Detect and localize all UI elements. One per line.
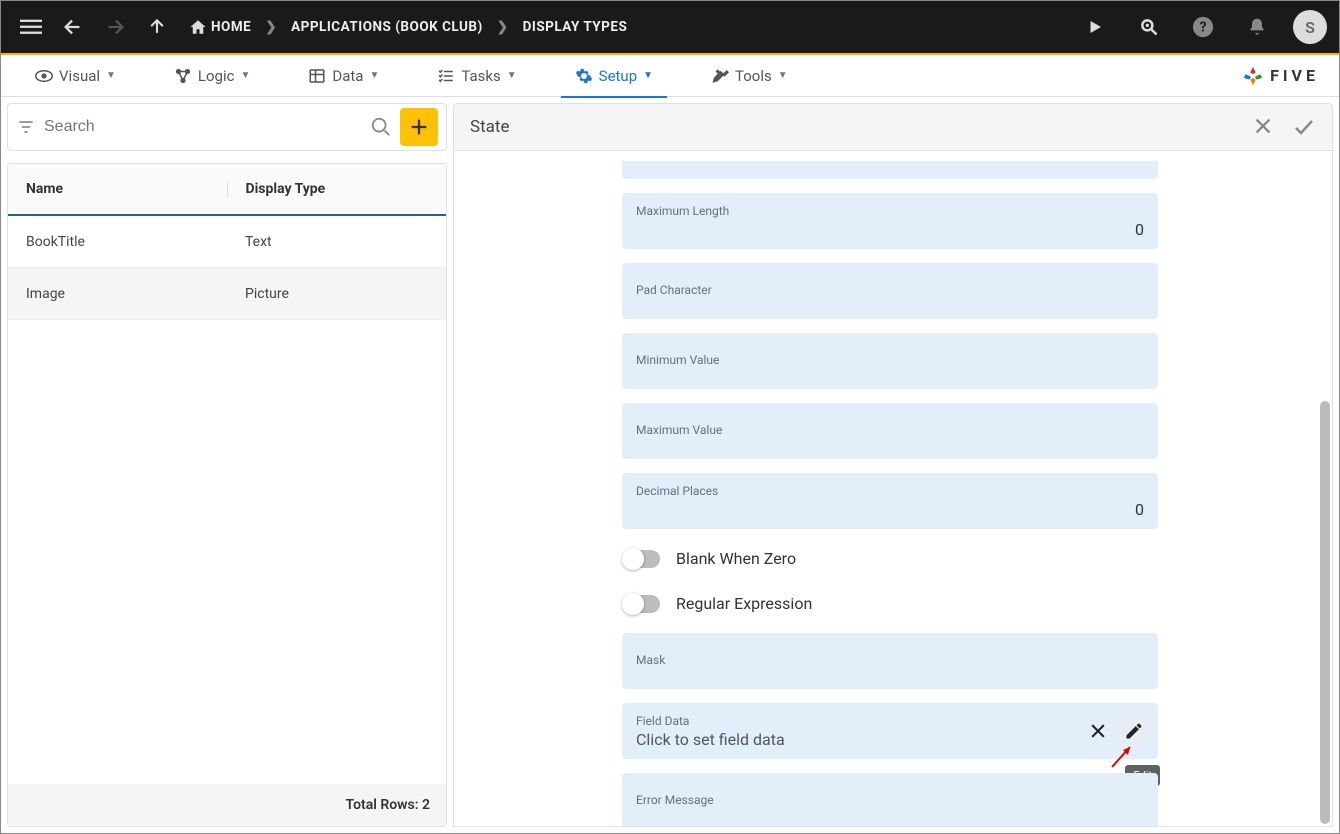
svg-text:?: ? [1200,20,1207,36]
toggle-blank-when-zero[interactable]: Blank When Zero [622,543,1158,574]
scrollbar[interactable] [1320,401,1330,824]
chevron-down-icon: ▼ [369,70,379,81]
nav-logic[interactable]: Logic▼ [160,55,264,97]
detail-header: State [453,103,1333,151]
table-footer: Total Rows: 2 [8,784,446,826]
field-field-data[interactable]: Field Data Click to set field data Edit [622,703,1158,759]
cell-display-type: Text [227,234,446,250]
column-name[interactable]: Name [8,181,228,197]
edit-field-data-icon[interactable] [1118,715,1150,747]
field-value: 0 [636,220,1144,239]
forward-icon [97,9,133,45]
chevron-down-icon: ▼ [106,70,116,81]
toggle-label: Regular Expression [676,594,812,613]
toggle-switch[interactable] [624,595,660,613]
field-value: Click to set field data [636,730,1144,749]
table-header: Name Display Type [8,164,446,216]
field-label: Maximum Value [636,423,1144,437]
field-max-length[interactable]: Maximum Length 0 [622,193,1158,249]
chevron-down-icon: ▼ [778,70,788,81]
close-icon[interactable] [1252,115,1274,139]
table-row[interactable]: Image Picture [8,268,446,320]
bell-icon[interactable] [1239,9,1275,45]
chevron-right-icon: ❯ [497,19,509,35]
field-label: Decimal Places [636,484,1144,498]
search-input[interactable] [44,118,362,136]
nav-setup[interactable]: Setup▼ [561,55,667,97]
cell-name: BookTitle [8,234,227,250]
field-decimal-places[interactable]: Decimal Places 0 [622,473,1158,529]
toggle-label: Blank When Zero [676,549,796,568]
column-display-type[interactable]: Display Type [228,181,447,197]
breadcrumb-applications[interactable]: APPLICATIONS (BOOK CLUB) [291,19,483,35]
add-button[interactable] [400,108,438,146]
home-icon [189,18,207,36]
chevron-down-icon: ▼ [643,70,653,81]
nav-data[interactable]: Data▼ [294,55,393,97]
breadcrumb: HOME ❯ APPLICATIONS (BOOK CLUB) ❯ DISPLA… [189,18,627,36]
field-max-value[interactable]: Maximum Value [622,403,1158,459]
search-global-icon[interactable] [1131,9,1167,45]
nav-visual[interactable]: Visual▼ [21,55,130,97]
menu-icon[interactable] [13,9,49,45]
clear-field-data-icon[interactable] [1082,715,1114,747]
main-nav: Visual▼ Logic▼ Data▼ Tasks▼ Setup▼ Tools… [1,55,1339,97]
field-mask[interactable]: Mask [622,633,1158,689]
list-table: Name Display Type BookTitle Text Image P… [7,163,447,827]
chevron-down-icon: ▼ [507,70,517,81]
play-icon[interactable] [1077,9,1113,45]
field-label: Field Data [636,714,1144,728]
field-label: Pad Character [636,283,1144,297]
back-icon[interactable] [55,9,91,45]
table-row[interactable]: BookTitle Text [8,216,446,268]
filter-icon[interactable] [16,117,36,137]
detail-panel: State Maximum Length 0 Pa [453,103,1333,827]
field-label: Error Message [636,793,1144,807]
breadcrumb-home[interactable]: HOME [211,19,251,35]
field-label: Mask [636,653,1144,667]
chevron-down-icon: ▼ [240,70,250,81]
breadcrumb-display-types[interactable]: DISPLAY TYPES [523,19,628,35]
cell-name: Image [8,286,227,302]
up-icon[interactable] [139,9,175,45]
field-value: 0 [636,500,1144,519]
search-bar [7,103,447,151]
toggle-switch[interactable] [624,550,660,568]
nav-tasks[interactable]: Tasks▼ [423,55,530,97]
field-min-value[interactable]: Minimum Value [622,333,1158,389]
nav-tools[interactable]: Tools▼ [697,55,802,97]
help-icon[interactable]: ? [1185,9,1221,45]
field-label: Minimum Value [636,353,1144,367]
confirm-icon[interactable] [1292,115,1316,139]
field-error-message[interactable]: Error Message [622,773,1158,827]
toggle-regex[interactable]: Regular Expression [622,588,1158,619]
topbar: HOME ❯ APPLICATIONS (BOOK CLUB) ❯ DISPLA… [1,1,1339,55]
search-icon[interactable] [370,116,392,138]
chevron-right-icon: ❯ [265,19,277,35]
avatar[interactable]: S [1293,10,1327,44]
field-partial[interactable] [622,161,1158,179]
detail-title: State [470,117,509,137]
brand-logo: FIVE [1242,65,1319,87]
cell-display-type: Picture [227,286,446,302]
field-pad-character[interactable]: Pad Character [622,263,1158,319]
field-label: Maximum Length [636,204,1144,218]
list-panel: Name Display Type BookTitle Text Image P… [7,103,447,827]
